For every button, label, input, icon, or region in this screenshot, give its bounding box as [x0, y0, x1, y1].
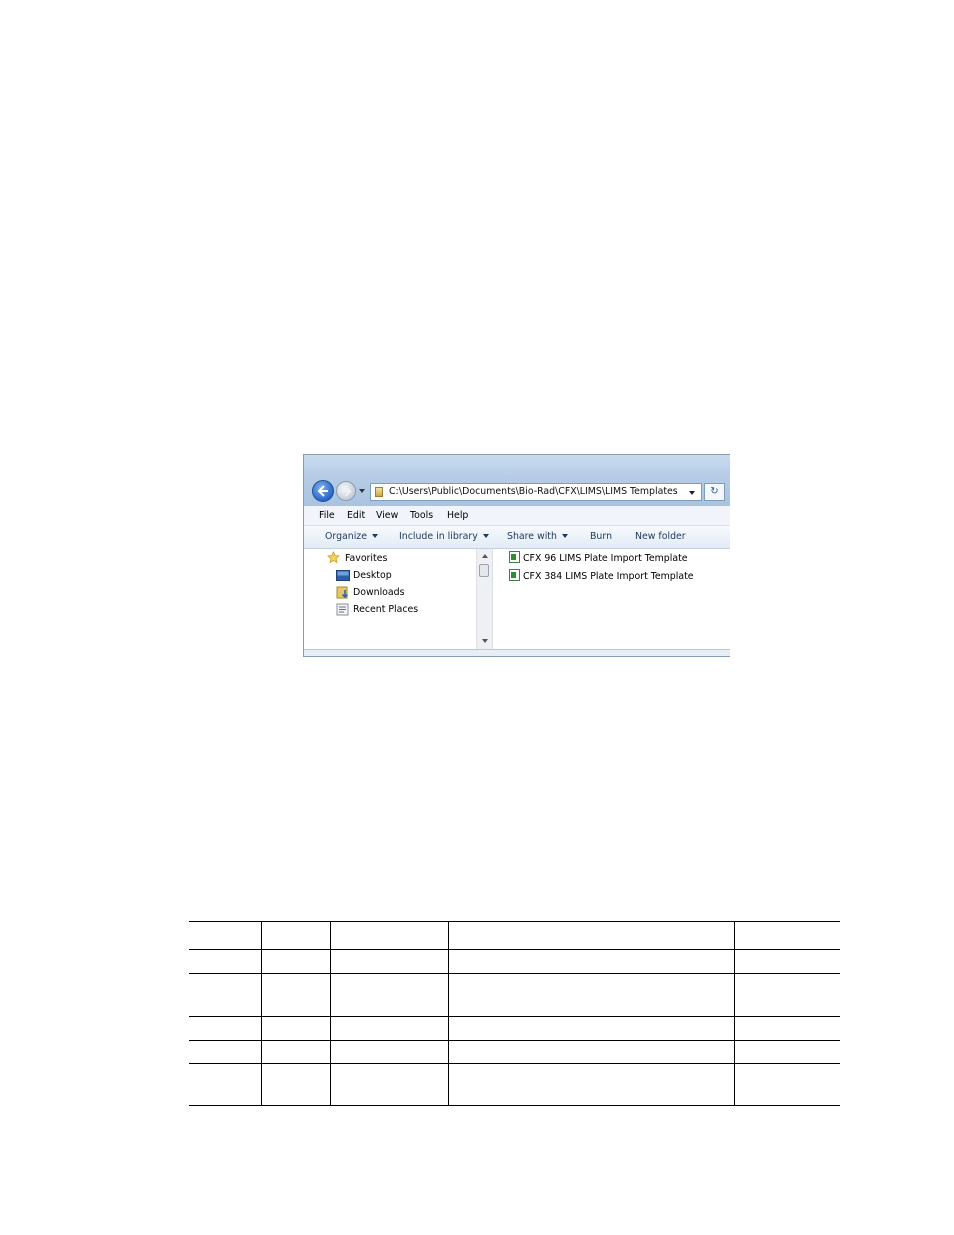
nav-favorites[interactable]: Favorites — [345, 553, 387, 564]
excel-file-icon — [509, 551, 520, 563]
file-item[interactable]: CFX 96 LIMS Plate Import Template — [509, 551, 688, 564]
burn-button[interactable]: Burn — [590, 531, 612, 542]
address-bar[interactable]: C:\Users\Public\Documents\Bio-Rad\CFX\LI… — [370, 483, 702, 501]
table-column-rule — [330, 921, 331, 1106]
table-rule — [189, 921, 840, 922]
menu-help[interactable]: Help — [447, 510, 468, 521]
table-rule — [189, 973, 840, 974]
forward-arrow-icon — [341, 486, 352, 497]
ruled-table — [189, 921, 840, 1106]
scroll-down-icon[interactable] — [482, 639, 488, 643]
star-icon — [327, 551, 340, 564]
share-with-button[interactable]: Share with — [507, 531, 568, 542]
table-column-rule — [448, 921, 449, 1106]
desktop-icon — [336, 570, 350, 581]
refresh-button[interactable]: ↻ — [704, 483, 725, 501]
chevron-down-icon — [561, 534, 568, 538]
menu-bar: File Edit View Tools Help — [304, 506, 730, 526]
excel-file-icon — [509, 569, 520, 581]
include-in-library-label: Include in library — [399, 531, 478, 542]
title-bar: C:\Users\Public\Documents\Bio-Rad\CFX\LI… — [304, 455, 730, 506]
file-item[interactable]: CFX 384 LIMS Plate Import Template — [509, 569, 694, 582]
recent-pages-dropdown-icon[interactable] — [359, 489, 365, 493]
menu-edit[interactable]: Edit — [347, 510, 365, 521]
table-column-rule — [734, 921, 735, 1106]
nav-recent-places[interactable]: Recent Places — [353, 604, 418, 615]
recent-places-icon — [336, 603, 349, 616]
menu-view[interactable]: View — [376, 510, 398, 521]
back-arrow-icon — [317, 485, 328, 497]
file-name: CFX 384 LIMS Plate Import Template — [523, 571, 694, 582]
navigation-pane: Favorites Desktop Downloads Recent Place… — [304, 549, 492, 649]
command-bar: Organize Include in library Share with B… — [304, 526, 730, 549]
file-list-pane: CFX 96 LIMS Plate Import Template CFX 38… — [493, 549, 730, 649]
navigation-scrollbar[interactable] — [476, 549, 492, 649]
table-column-rule — [261, 921, 262, 1106]
table-rule — [189, 949, 840, 950]
menu-tools[interactable]: Tools — [410, 510, 433, 521]
forward-button[interactable] — [336, 481, 356, 501]
scroll-thumb[interactable] — [479, 564, 489, 577]
table-rule — [189, 1040, 840, 1041]
nav-desktop[interactable]: Desktop — [353, 570, 392, 581]
chevron-down-icon — [372, 534, 378, 538]
nav-downloads[interactable]: Downloads — [353, 587, 405, 598]
back-button[interactable] — [312, 480, 334, 502]
new-folder-button[interactable]: New folder — [635, 531, 686, 542]
scroll-up-icon[interactable] — [482, 554, 488, 558]
address-dropdown-icon[interactable] — [689, 491, 695, 495]
folder-icon — [375, 487, 383, 497]
table-rule — [189, 1016, 840, 1017]
address-path: C:\Users\Public\Documents\Bio-Rad\CFX\LI… — [389, 486, 678, 497]
organize-label: Organize — [325, 531, 367, 542]
status-bar — [304, 649, 730, 656]
table-rule — [189, 1063, 840, 1064]
downloads-icon — [336, 586, 349, 599]
share-with-label: Share with — [507, 531, 557, 542]
explorer-window: C:\Users\Public\Documents\Bio-Rad\CFX\LI… — [303, 454, 730, 657]
table-rule — [189, 1105, 840, 1106]
include-in-library-button[interactable]: Include in library — [399, 531, 489, 542]
file-name: CFX 96 LIMS Plate Import Template — [523, 553, 688, 564]
chevron-down-icon — [482, 534, 489, 538]
menu-file[interactable]: File — [319, 510, 335, 521]
refresh-icon: ↻ — [710, 486, 719, 497]
organize-button[interactable]: Organize — [325, 531, 378, 542]
